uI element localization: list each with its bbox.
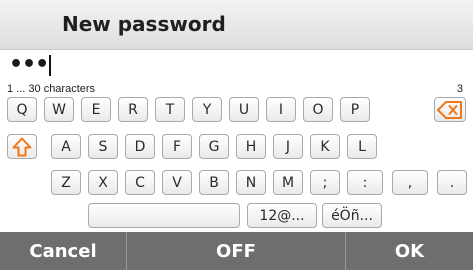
- symbols-key[interactable]: 12@...: [247, 203, 317, 228]
- key-s[interactable]: S: [88, 134, 118, 159]
- key-c[interactable]: C: [125, 170, 155, 195]
- key-d[interactable]: D: [125, 134, 155, 159]
- key-period[interactable]: .: [437, 170, 467, 195]
- space-key[interactable]: [88, 203, 240, 228]
- character-count: 3: [456, 83, 463, 95]
- key-h[interactable]: H: [236, 134, 266, 159]
- length-hint: 1 ... 30 characters: [7, 83, 96, 95]
- key-b[interactable]: B: [199, 170, 229, 195]
- key-w[interactable]: W: [44, 97, 74, 122]
- key-a[interactable]: A: [51, 134, 81, 159]
- key-g[interactable]: G: [199, 134, 229, 159]
- bottom-bar: Cancel OFF OK: [0, 232, 473, 270]
- key-colon[interactable]: :: [347, 170, 383, 195]
- key-t[interactable]: T: [155, 97, 185, 122]
- shift-key[interactable]: [7, 134, 37, 159]
- key-j[interactable]: J: [273, 134, 303, 159]
- title-bar: New password: [0, 0, 473, 50]
- key-comma[interactable]: ,: [392, 170, 428, 195]
- key-y[interactable]: Y: [192, 97, 222, 122]
- key-r[interactable]: R: [118, 97, 148, 122]
- key-p[interactable]: P: [340, 97, 370, 122]
- password-masked-text: •••: [9, 52, 49, 77]
- ok-button[interactable]: OK: [346, 232, 473, 270]
- backspace-icon: [437, 100, 462, 119]
- key-o[interactable]: O: [303, 97, 333, 122]
- key-m[interactable]: M: [273, 170, 303, 195]
- shift-icon: [12, 137, 32, 156]
- key-e[interactable]: E: [81, 97, 111, 122]
- page-title: New password: [62, 12, 226, 36]
- key-f[interactable]: F: [162, 134, 192, 159]
- cancel-button[interactable]: Cancel: [0, 232, 126, 270]
- text-caret: [49, 54, 52, 76]
- key-x[interactable]: X: [88, 170, 118, 195]
- password-field-value[interactable]: •••: [9, 52, 52, 77]
- backspace-key[interactable]: [434, 97, 466, 122]
- accents-key[interactable]: éÖñ...: [322, 203, 382, 228]
- key-n[interactable]: N: [236, 170, 266, 195]
- off-button[interactable]: OFF: [127, 232, 345, 270]
- key-u[interactable]: U: [229, 97, 259, 122]
- key-l[interactable]: L: [347, 134, 377, 159]
- key-v[interactable]: V: [162, 170, 192, 195]
- key-q[interactable]: Q: [7, 97, 37, 122]
- key-semicolon[interactable]: ;: [310, 170, 340, 195]
- key-z[interactable]: Z: [51, 170, 81, 195]
- key-k[interactable]: K: [310, 134, 340, 159]
- key-i[interactable]: I: [266, 97, 296, 122]
